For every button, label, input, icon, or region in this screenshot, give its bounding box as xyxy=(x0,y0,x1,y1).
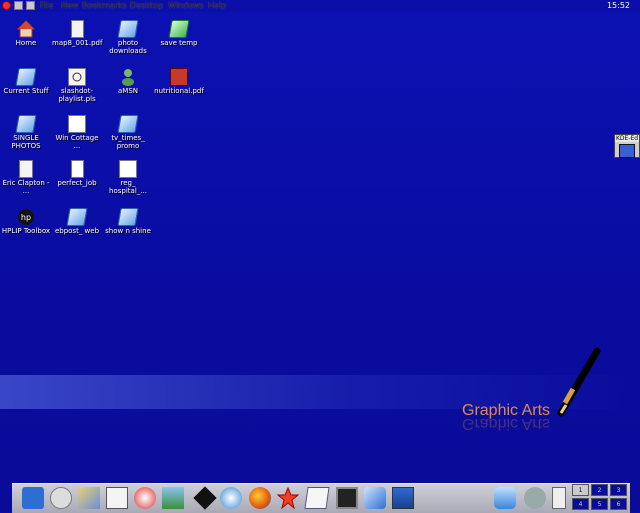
inkscape-icon[interactable] xyxy=(193,486,217,510)
text-file-icon xyxy=(70,160,84,178)
desktop-icon-tv-times-promo[interactable]: tv_times_ promo xyxy=(103,115,153,150)
folder-icon xyxy=(117,20,139,38)
home-icon xyxy=(16,20,36,38)
desktop-5[interactable]: 5 xyxy=(591,498,608,510)
menu-bookmarks[interactable]: Bookmarks xyxy=(82,1,127,10)
kcontrol-icon[interactable] xyxy=(220,487,242,509)
widget-title: KDE-Ed xyxy=(615,135,639,142)
desktop-icon-label: tv_times_ promo xyxy=(111,134,145,150)
desktop-icon-label: map8_001.pdf xyxy=(52,39,103,47)
folder-icon xyxy=(15,115,37,133)
desktop-icon-label: ebpost_ web xyxy=(54,227,100,235)
desktop-icon-label: show n shine xyxy=(105,227,151,235)
desktop-2[interactable]: 2 xyxy=(591,484,608,496)
calendar-icon xyxy=(619,144,635,158)
image-viewer-icon[interactable] xyxy=(162,487,184,509)
top-menubar: File New Bookmarks Desktop Windows Help … xyxy=(0,0,640,12)
folder-icon xyxy=(117,208,139,226)
desktop-3[interactable]: 3 xyxy=(610,484,627,496)
cleaner-icon[interactable] xyxy=(78,487,100,509)
folder-icon xyxy=(168,20,190,38)
desktop-icon-label: slashdot-playlist.pls xyxy=(58,87,96,103)
folder-icon xyxy=(15,68,37,86)
desktop-icon-label: nutritional.pdf xyxy=(154,87,204,95)
desktop-icon-map8[interactable]: map8_001.pdf xyxy=(52,20,102,47)
star-icon[interactable] xyxy=(276,486,300,510)
terminal-icon[interactable] xyxy=(336,487,358,509)
desktop-icon-win-cottage[interactable]: Win Cottage ... xyxy=(52,115,102,150)
desktop-icon-label: Home xyxy=(15,39,37,47)
firefox-icon[interactable] xyxy=(249,487,271,509)
desktop-1[interactable]: 1 xyxy=(572,484,589,496)
menu-new[interactable]: New xyxy=(61,1,78,10)
desktop-icon-slashdot-playlist[interactable]: slashdot-playlist.pls xyxy=(52,68,102,103)
folder-icon xyxy=(117,115,139,133)
desktop-icon-reg-hospital[interactable]: reg_ hospital_... xyxy=(103,160,153,195)
monitor-icon[interactable] xyxy=(392,487,414,509)
desktop-icon-label: Eric Clapton - ... xyxy=(2,179,50,195)
desktop-icon-label: save temp xyxy=(160,39,198,47)
network-icon[interactable] xyxy=(364,487,386,509)
amsn-icon xyxy=(119,68,137,86)
notes-icon[interactable] xyxy=(106,487,128,509)
kde-menu-icon[interactable] xyxy=(22,487,44,509)
audio-file-icon xyxy=(68,68,86,86)
folder-icon xyxy=(66,208,88,226)
media-icon[interactable] xyxy=(50,487,72,509)
paintbrush-icon xyxy=(557,347,601,417)
image-file-icon xyxy=(119,160,137,178)
desktop-icon[interactable] xyxy=(26,1,35,10)
desktop-icon-current-stuff[interactable]: Current Stuff xyxy=(1,68,51,95)
desktop-icon-perfect-job[interactable]: perfect_job xyxy=(52,160,102,187)
help-icon[interactable] xyxy=(134,487,156,509)
clock[interactable]: 15:52 xyxy=(607,0,630,11)
kde-edu-widget[interactable]: KDE-Ed xyxy=(614,134,640,158)
desktop-icon-label: aMSN xyxy=(117,87,138,95)
image-file-icon xyxy=(68,115,86,133)
desktop-icon-eric-clapton[interactable]: Eric Clapton - ... xyxy=(1,160,51,195)
window-list-icon[interactable] xyxy=(14,1,23,10)
pdf-icon xyxy=(170,68,188,86)
desktop-icon-label: HPLIP Toolbox xyxy=(1,227,51,235)
menu-file[interactable]: File xyxy=(40,1,53,10)
desktop-icon-amsn[interactable]: aMSN xyxy=(103,68,153,95)
klipper-icon[interactable] xyxy=(494,487,516,509)
hp-icon: hp xyxy=(17,208,35,226)
menu-help[interactable]: Help xyxy=(208,1,226,10)
kde-panel xyxy=(12,483,630,513)
desktop-6[interactable]: 6 xyxy=(610,498,627,510)
desktop-pager: 1 2 3 4 5 6 xyxy=(572,483,630,512)
svg-text:hp: hp xyxy=(21,213,31,222)
menu-desktop[interactable]: Desktop xyxy=(130,1,163,10)
desktop-icon-label: Current Stuff xyxy=(3,87,49,95)
desktop-icon-label: SINGLE PHOTOS xyxy=(11,134,41,150)
desktop-icon-show-n-shine[interactable]: show n shine xyxy=(103,208,153,235)
kde-logo-icon[interactable] xyxy=(2,1,11,10)
desktop-icon-hplip-toolbox[interactable]: hp HPLIP Toolbox xyxy=(1,208,51,235)
desktop-icon-save-temp[interactable]: save temp xyxy=(154,20,204,47)
desktop-icon-ebpost-web[interactable]: ebpost_ web xyxy=(52,208,102,235)
desktop-4[interactable]: 4 xyxy=(572,498,589,510)
desktop-icon-label: reg_ hospital_... xyxy=(109,179,147,195)
desktop-icon-photo-downloads[interactable]: photo downloads xyxy=(103,20,153,55)
desktop-icon-single-photos[interactable]: SINGLE PHOTOS xyxy=(1,115,51,150)
wallpaper-title-reflection: Graphic Arts xyxy=(462,415,551,432)
desktop-icon-label: photo downloads xyxy=(109,39,147,55)
desktop-icon-home[interactable]: Home xyxy=(1,20,51,47)
clipboard-icon[interactable] xyxy=(552,487,566,509)
desktop-icon-nutritional[interactable]: nutritional.pdf xyxy=(154,68,204,95)
desktop-icon-label: Win Cottage ... xyxy=(55,134,99,150)
pdf-icon xyxy=(70,20,84,38)
office-icon[interactable] xyxy=(304,487,330,509)
audio-file-icon xyxy=(19,160,33,178)
desktop-icon-label: perfect_job xyxy=(57,179,97,187)
menu-windows[interactable]: Windows xyxy=(168,1,204,10)
kmix-icon[interactable] xyxy=(524,487,546,509)
